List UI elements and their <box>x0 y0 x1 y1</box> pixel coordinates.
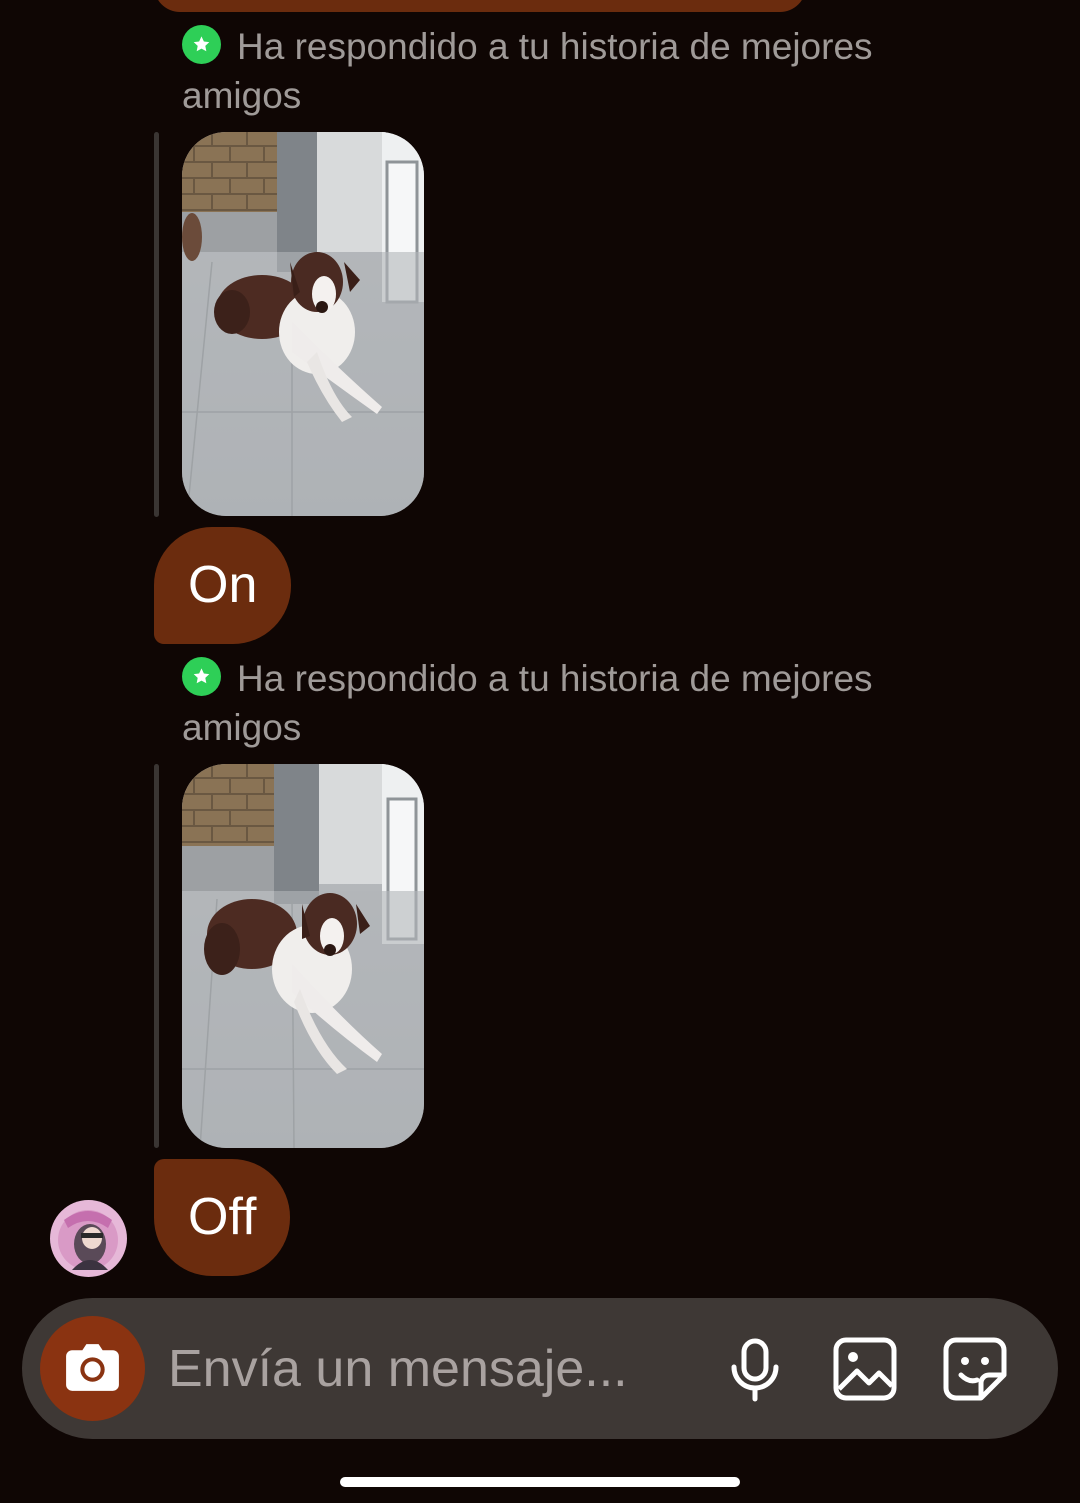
message-input[interactable] <box>168 1328 698 1410</box>
gallery-button[interactable] <box>829 1333 901 1405</box>
close-friends-star-icon <box>182 25 221 64</box>
message-composer <box>22 1298 1058 1439</box>
camera-icon <box>66 1344 119 1391</box>
sticker-icon <box>943 1337 1007 1401</box>
story-thumbnail-dog[interactable] <box>182 132 424 516</box>
message-bubble[interactable]: On <box>154 527 292 644</box>
close-friends-star-icon <box>182 657 221 696</box>
story-reply-note: Ha respondido a tu historia de mejores a… <box>182 654 962 752</box>
message-bubble[interactable]: Off <box>154 1159 291 1276</box>
reply-indicator-line <box>154 764 159 1148</box>
avatar[interactable] <box>50 1200 127 1277</box>
camera-button[interactable] <box>40 1316 145 1421</box>
home-indicator[interactable] <box>340 1477 740 1487</box>
story-reply-note-text: Ha respondido a tu historia de mejores a… <box>182 658 873 748</box>
previous-message-bubble[interactable] <box>154 0 806 12</box>
microphone-button[interactable] <box>719 1333 791 1405</box>
story-reply-note: Ha respondido a tu historia de mejores a… <box>182 22 962 120</box>
gallery-icon <box>833 1337 897 1401</box>
story-thumbnail-dog[interactable] <box>182 764 424 1148</box>
reply-indicator-line <box>154 132 159 517</box>
microphone-icon <box>731 1338 779 1402</box>
story-reply-note-text: Ha respondido a tu historia de mejores a… <box>182 26 873 116</box>
sticker-button[interactable] <box>939 1333 1011 1405</box>
